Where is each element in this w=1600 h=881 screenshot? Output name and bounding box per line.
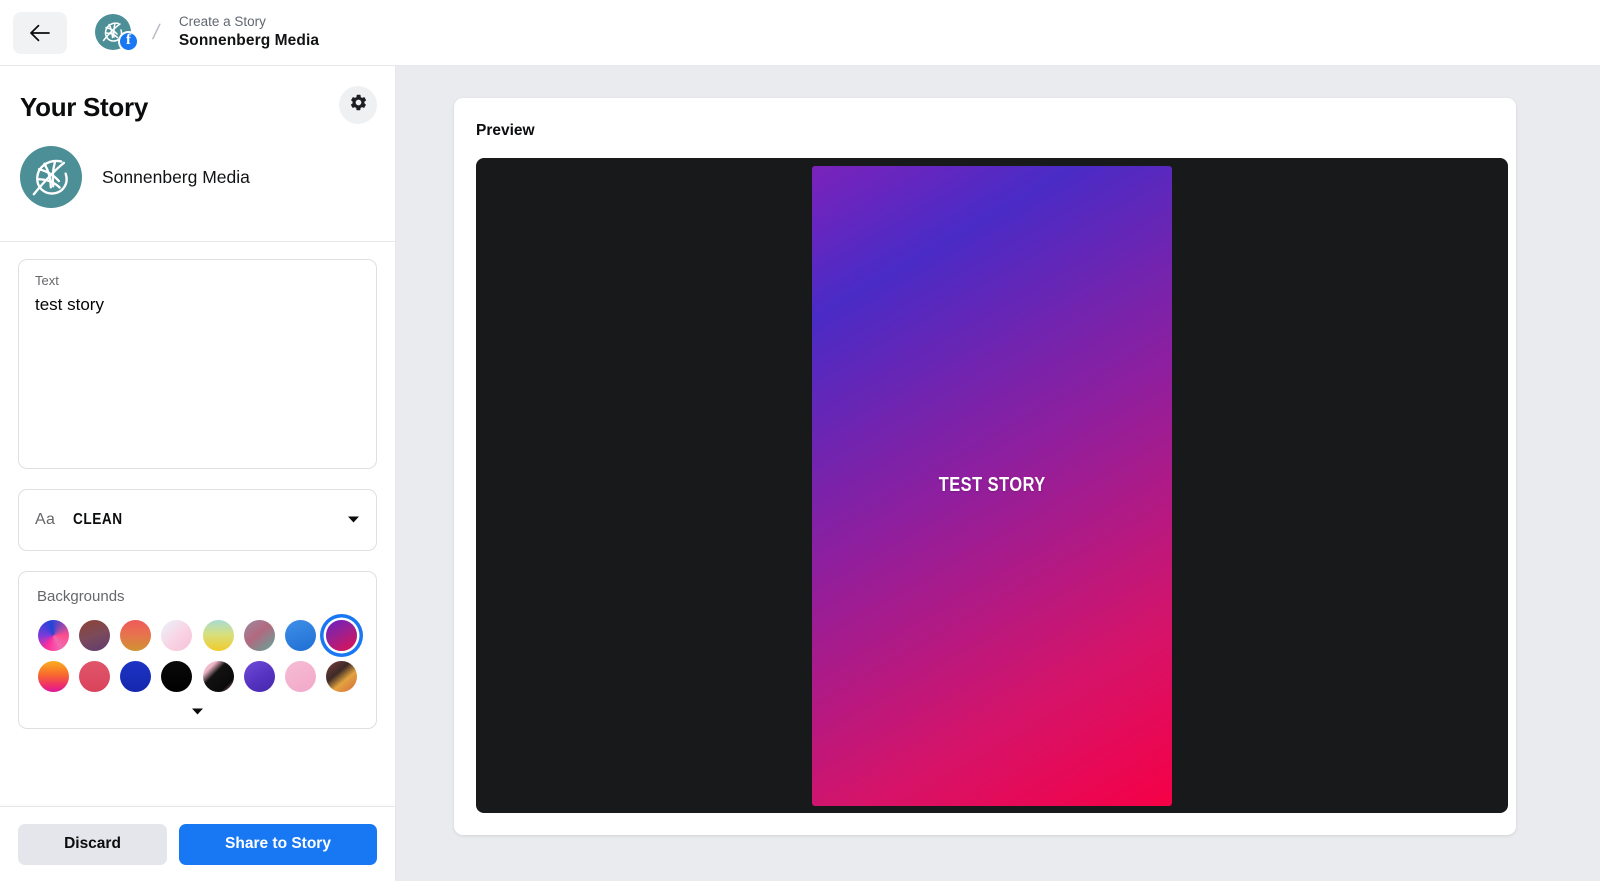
breadcrumb-separator: / (150, 20, 162, 44)
swatch-mint-yellow[interactable] (202, 620, 234, 651)
font-style-value: CLEAN (73, 511, 123, 528)
story-editor-sidebar: Your Story Sonnenberg Media Text test st… (0, 66, 396, 881)
swatch-vivid-ribbon[interactable] (38, 620, 70, 651)
swatch-brown-brush[interactable] (325, 661, 357, 692)
background-swatch-cell[interactable] (325, 661, 358, 692)
background-swatch-cell[interactable] (243, 661, 276, 692)
preview-title: Preview (476, 122, 535, 139)
show-more-backgrounds-button[interactable] (37, 707, 358, 716)
swatch-maroon-plum[interactable] (79, 620, 111, 651)
swatch-purple-crimson[interactable] (325, 620, 357, 651)
background-swatch-cell[interactable] (78, 661, 111, 692)
discard-button[interactable]: Discard (18, 823, 167, 865)
top-bar: f / Create a Story Sonnenberg Media (0, 0, 1600, 66)
preview-card: Preview TEST STORY (454, 98, 1516, 835)
background-swatch-cell[interactable] (284, 661, 317, 692)
background-swatch-cell[interactable] (37, 661, 70, 692)
share-to-story-button[interactable]: Share to Story (179, 823, 377, 865)
swatch-pink-palm[interactable] (284, 661, 316, 692)
swatch-violet-pattern[interactable] (243, 661, 275, 692)
page-title: Your Story (20, 92, 148, 122)
story-text-label: Text (35, 273, 59, 288)
preview-pane: Preview TEST STORY (396, 66, 1600, 881)
background-swatch-cell[interactable] (202, 620, 235, 651)
story-text-value[interactable]: test story (35, 295, 360, 315)
account-name: Sonnenberg Media (102, 166, 250, 187)
back-button[interactable] (13, 11, 67, 54)
arrow-left-icon (29, 24, 51, 42)
swatch-rose-red[interactable] (79, 661, 111, 692)
gear-icon (349, 93, 368, 117)
account-row: Sonnenberg Media (0, 123, 395, 208)
facebook-badge-letter: f (126, 32, 131, 48)
story-preview-text: TEST STORY (938, 474, 1046, 496)
swatch-black[interactable] (161, 661, 193, 692)
story-text-input[interactable]: Text test story (18, 259, 377, 469)
swatch-royal-blue[interactable] (120, 661, 152, 692)
background-swatch-cell[interactable] (202, 661, 235, 692)
sidebar-footer: Discard Share to Story (0, 806, 395, 881)
story-preview-frame[interactable]: TEST STORY (812, 165, 1172, 806)
avatar (20, 146, 82, 208)
background-swatch-cell[interactable] (37, 620, 70, 651)
swatch-mauve-teal[interactable] (243, 620, 275, 651)
background-swatch-cell[interactable] (325, 620, 358, 651)
background-swatch-cell[interactable] (119, 661, 152, 692)
background-swatch-cell[interactable] (119, 620, 152, 651)
background-swatch-cell[interactable] (284, 620, 317, 651)
swatch-pastel-peach[interactable] (161, 620, 193, 651)
breadcrumb-page: Sonnenberg Media (178, 32, 320, 50)
backgrounds-panel: Backgrounds (18, 571, 377, 729)
aa-icon: Aa (35, 511, 56, 528)
swatch-azure-blue[interactable] (284, 620, 316, 651)
backgrounds-label: Backgrounds (37, 588, 125, 605)
swatch-coral-gold[interactable] (120, 620, 152, 651)
swatch-sunset-orange[interactable] (38, 661, 70, 692)
font-style-select[interactable]: Aa CLEAN (18, 489, 377, 551)
sidebar-body: Text test story Aa CLEAN Backgrounds (0, 242, 395, 729)
background-swatch-cell[interactable] (160, 661, 193, 692)
sidebar-header: Your Story (0, 66, 395, 124)
brand-logo[interactable]: f (95, 13, 139, 52)
preview-stage: TEST STORY (476, 158, 1508, 813)
settings-button[interactable] (339, 86, 377, 124)
breadcrumb-action: Create a Story (178, 14, 266, 30)
chevron-down-icon (347, 511, 360, 529)
facebook-badge-icon: f (118, 30, 139, 52)
background-swatch-cell[interactable] (78, 620, 111, 651)
background-swatch-grid (37, 620, 358, 692)
breadcrumb: Create a Story Sonnenberg Media (179, 13, 319, 51)
background-swatch-cell[interactable] (160, 620, 193, 651)
swatch-black-confetti[interactable] (202, 661, 234, 692)
background-swatch-cell[interactable] (243, 620, 276, 651)
